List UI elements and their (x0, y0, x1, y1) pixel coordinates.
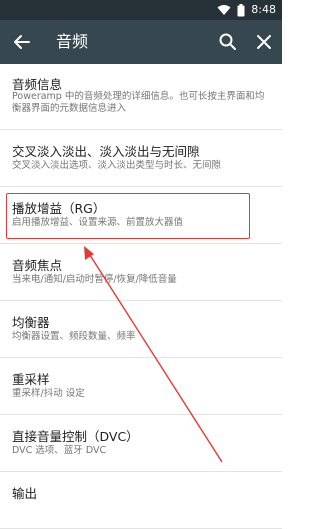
list-item-audio-info[interactable]: 音频信息 Poweramp 中的音频处理的详细信息。也可长按主界面和均衡器界面的… (0, 64, 282, 130)
page-title: 音频 (56, 32, 89, 51)
item-title: 播放增益（RG） (12, 201, 106, 216)
search-icon[interactable] (216, 30, 240, 54)
battery-icon (237, 3, 245, 16)
list-item-equalizer[interactable]: 均衡器 均衡器设置、频段数量、频率 (0, 301, 282, 358)
item-summary: 均衡器设置、频段数量、频率 (12, 331, 136, 342)
item-summary: Poweramp 中的音频处理的详细信息。也可长按主界面和均衡器界面的元数据信息… (12, 91, 265, 114)
status-icons: 8:48 (217, 2, 276, 18)
settings-list: 音频信息 Poweramp 中的音频处理的详细信息。也可长按主界面和均衡器界面的… (0, 64, 282, 529)
item-summary: 当来电/通知/启动时暂停/恢复/降低音量 (12, 274, 177, 285)
app-bar: 音频 (0, 20, 282, 64)
wifi-icon (217, 5, 231, 15)
arrow-left-icon[interactable] (10, 30, 34, 54)
item-title: 输出 (12, 486, 38, 501)
item-summary: 重采样/抖动 设定 (12, 388, 85, 399)
list-item-output[interactable]: 输出 (0, 472, 282, 529)
close-icon[interactable] (252, 30, 276, 54)
item-summary: DVC 选项、蓝牙 DVC (12, 445, 107, 456)
item-title: 均衡器 (12, 315, 50, 330)
item-title: 交叉淡入淡出、淡入淡出与无间隙 (12, 144, 200, 159)
status-bar: 8:48 (0, 0, 282, 20)
list-item-replay-gain[interactable]: 播放增益（RG） 启用播放增益、设置来源、前置放大器值 (0, 187, 282, 244)
item-title: 重采样 (12, 372, 50, 387)
list-item-audio-focus[interactable]: 音频焦点 当来电/通知/启动时暂停/恢复/降低音量 (0, 244, 282, 301)
list-item-dvc[interactable]: 直接音量控制（DVC） DVC 选项、蓝牙 DVC (0, 415, 282, 472)
item-summary: 交叉淡入淡出选项、淡入淡出类型与时长、无间隙 (12, 160, 222, 171)
item-title: 直接音量控制（DVC） (12, 429, 139, 444)
item-summary: 启用播放增益、设置来源、前置放大器值 (12, 217, 184, 228)
list-item-crossfade[interactable]: 交叉淡入淡出、淡入淡出与无间隙 交叉淡入淡出选项、淡入淡出类型与时长、无间隙 (0, 130, 282, 187)
item-title: 音频焦点 (12, 258, 63, 273)
status-time: 8:48 (251, 3, 276, 16)
list-item-resampling[interactable]: 重采样 重采样/抖动 设定 (0, 358, 282, 415)
